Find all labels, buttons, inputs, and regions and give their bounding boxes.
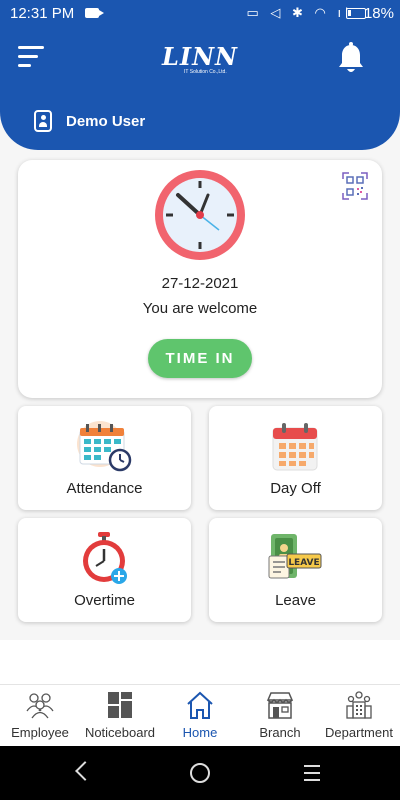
user-avatar-icon	[34, 110, 52, 132]
leave-sign-text: LEAVE	[288, 558, 319, 568]
system-status-icons: ▭ ◁ ✱ ◠ ıl	[246, 5, 352, 20]
branch-icon	[266, 692, 294, 719]
battery-percent: 18%	[363, 5, 394, 22]
current-date: 27-12-2021	[161, 275, 239, 292]
qr-code-icon[interactable]	[342, 172, 368, 200]
menu-icon[interactable]	[18, 46, 44, 70]
home-icon	[187, 691, 213, 719]
attendance-calendar-icon	[77, 421, 132, 472]
overtime-tile[interactable]: Overtime	[18, 518, 191, 622]
time-in-card: 27-12-2021 You are welcome TIME IN	[18, 160, 382, 398]
nav-branch[interactable]: Branch	[248, 691, 312, 743]
welcome-message: You are welcome	[142, 300, 258, 317]
day-off-tile[interactable]: Day Off	[209, 406, 382, 510]
attendance-tile[interactable]: Attendance	[18, 406, 191, 510]
nav-noticeboard-label: Noticeboard	[84, 725, 156, 740]
nav-employee[interactable]: Employee	[4, 691, 76, 743]
noticeboard-icon	[108, 692, 132, 718]
leave-icon: LEAVE	[268, 534, 322, 579]
overtime-label: Overtime	[74, 592, 135, 609]
user-info: Demo User	[34, 108, 145, 134]
status-time: 12:31 PM	[10, 5, 75, 22]
back-icon[interactable]	[75, 761, 95, 781]
time-in-button[interactable]: TIME IN	[148, 339, 252, 378]
day-off-calendar-icon	[272, 423, 318, 471]
leave-label: Leave	[275, 592, 316, 609]
company-logo: LINN IT Solution Co.,Ltd.	[150, 42, 250, 82]
clock-icon	[155, 170, 245, 260]
content-spacer	[0, 640, 400, 684]
user-name: Demo User	[66, 112, 146, 130]
nav-department-label: Department	[325, 725, 393, 740]
attendance-label: Attendance	[66, 480, 143, 497]
app-header: LINN IT Solution Co.,Ltd. Demo User	[0, 28, 400, 150]
department-icon	[346, 691, 372, 719]
employee-icon	[26, 693, 54, 719]
leave-tile[interactable]: LEAVE Leave	[209, 518, 382, 622]
overtime-stopwatch-icon	[83, 532, 127, 584]
nav-branch-label: Branch	[259, 725, 301, 740]
system-home-icon[interactable]	[190, 763, 210, 783]
system-navigation-bar	[0, 746, 400, 800]
bottom-navigation: Employee Noticeboard Home Branch Departm…	[0, 684, 400, 746]
status-bar: 12:31 PM ▭ ◁ ✱ ◠ ıl 18%	[0, 0, 400, 28]
video-record-icon	[85, 8, 104, 18]
nav-employee-label: Employee	[11, 725, 69, 740]
logo-brand-text: LINN	[162, 42, 238, 71]
nav-noticeboard[interactable]: Noticeboard	[78, 691, 162, 743]
nav-home-label: Home	[182, 725, 218, 740]
logo-subtitle: IT Solution Co.,Ltd.	[184, 69, 227, 75]
day-off-label: Day Off	[270, 480, 321, 497]
nav-home[interactable]: Home	[168, 691, 232, 743]
nav-department[interactable]: Department	[320, 691, 398, 743]
notification-bell-icon[interactable]	[336, 42, 366, 76]
recents-icon[interactable]	[304, 765, 320, 786]
